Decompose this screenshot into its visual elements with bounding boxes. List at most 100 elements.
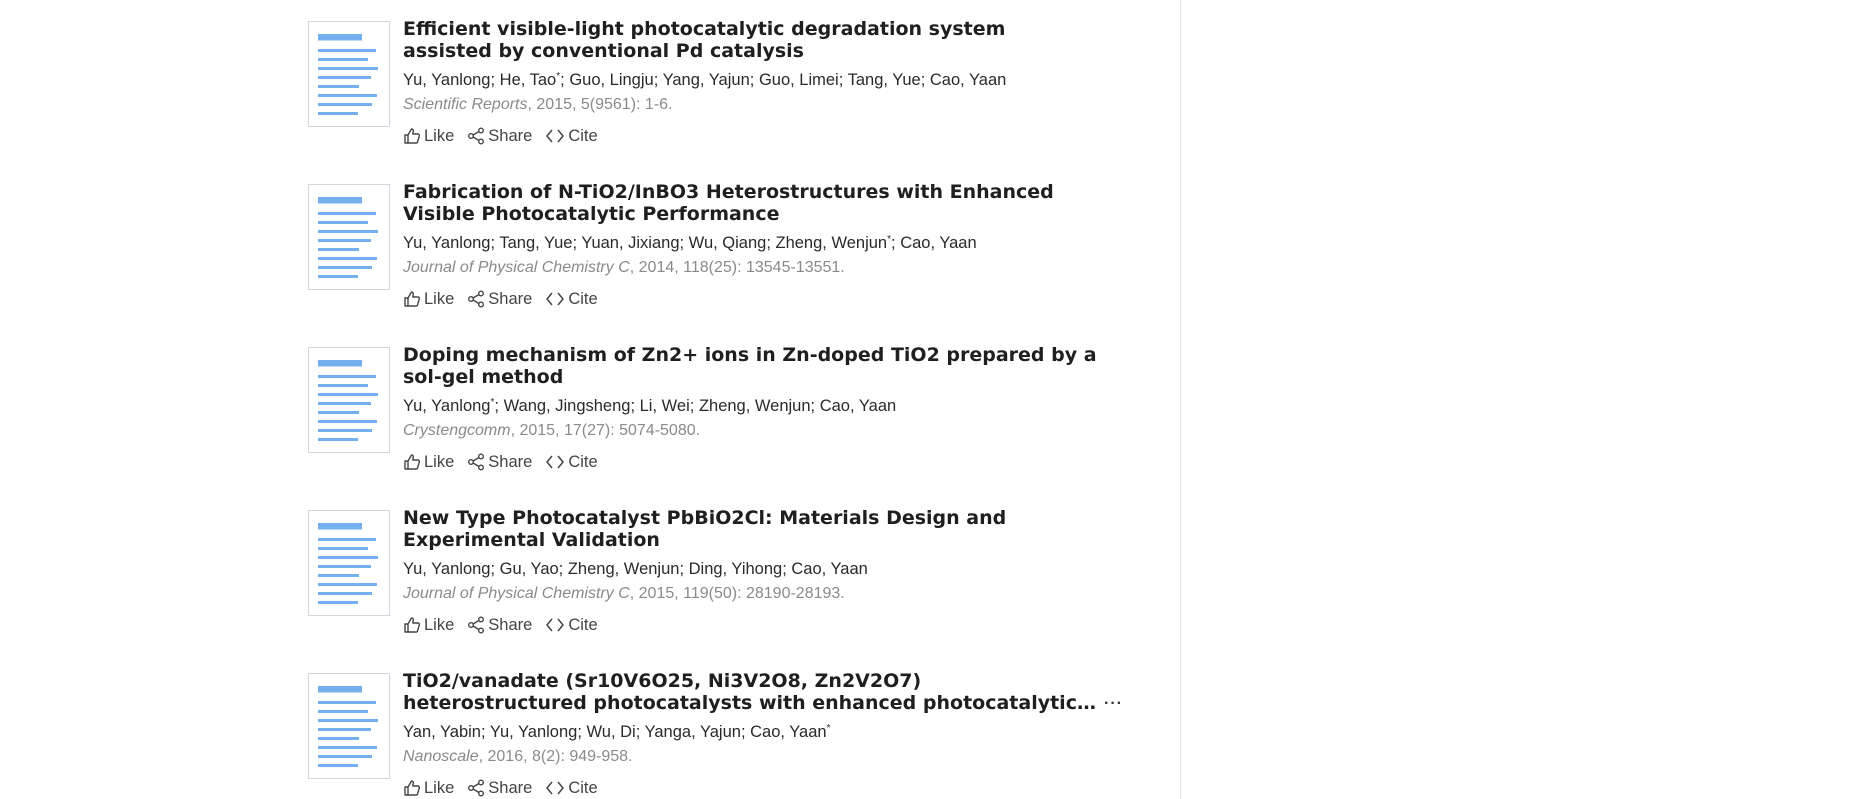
publication-source: Journal of Physical Chemistry C, 2015, 1… (403, 584, 1123, 604)
share-label: Share (488, 290, 533, 308)
publication-item: New Type Photocatalyst PbBiO2Cl: Materia… (308, 507, 1128, 670)
corresponding-author-mark: * (556, 71, 561, 82)
author-name[interactable]: Zheng, Wenjun (699, 397, 811, 415)
code-brackets-icon (546, 129, 565, 143)
share-button[interactable]: Share (467, 452, 532, 472)
code-brackets-icon (546, 292, 565, 306)
like-label: Like (424, 127, 455, 145)
share-button[interactable]: Share (467, 778, 532, 798)
share-button[interactable]: Share (467, 615, 532, 635)
share-button[interactable]: Share (467, 126, 532, 146)
corresponding-author-mark: * (490, 397, 495, 408)
author-name[interactable]: Guo, Limei (759, 71, 839, 89)
author-name[interactable]: Wu, Qiang (689, 234, 767, 252)
corresponding-author-mark: * (887, 234, 892, 245)
author-name[interactable]: Yuan, Jixiang (581, 234, 679, 252)
document-icon (318, 523, 378, 604)
share-icon (468, 127, 485, 145)
share-label: Share (488, 453, 533, 471)
thumbs-up-icon (404, 454, 421, 470)
journal-name: Journal of Physical Chemistry C (403, 259, 630, 276)
author-name[interactable]: Yanga, Yajun (645, 723, 741, 741)
like-button[interactable]: Like (403, 778, 454, 798)
journal-name: Nanoscale (403, 748, 479, 765)
author-name[interactable]: Wang, Jingsheng (504, 397, 631, 415)
share-button[interactable]: Share (467, 289, 532, 309)
author-name[interactable]: Zheng, Wenjun (568, 560, 680, 578)
publication-actions: Like Share Cite (403, 452, 1123, 472)
author-name[interactable]: Ding, Yihong (689, 560, 783, 578)
share-icon (468, 290, 485, 308)
like-label: Like (424, 453, 455, 471)
like-button[interactable]: Like (403, 452, 454, 472)
like-button[interactable]: Like (403, 126, 454, 146)
publication-actions: Like Share Cite (403, 778, 1123, 798)
cite-button[interactable]: Cite (545, 615, 598, 635)
author-name[interactable]: Gu, Yao (500, 560, 559, 578)
publication-source: Crystengcomm, 2015, 17(27): 5074-5080. (403, 421, 1123, 441)
author-name[interactable]: Yang, Yajun (663, 71, 750, 89)
author-name[interactable]: Yu, Yanlong (403, 560, 490, 578)
author-name[interactable]: Wu, Di (587, 723, 636, 741)
citation-details: , 2015, 17(27): 5074-5080. (510, 422, 701, 439)
publication-title[interactable]: Fabrication of N-TiO2/InBO3 Heterostruct… (403, 181, 1123, 225)
like-button[interactable]: Like (403, 615, 454, 635)
publication-thumbnail[interactable] (308, 184, 390, 290)
author-name[interactable]: Cao, Yaan (750, 723, 826, 741)
author-name[interactable]: Zheng, Wenjun (776, 234, 888, 252)
publication-authors: Yu, Yanlong; He, Tao*; Guo, Lingju; Yang… (403, 71, 1007, 89)
author-name[interactable]: Cao, Yaan (820, 397, 896, 415)
author-name[interactable]: Tang, Yue (499, 234, 572, 252)
publication-item: Fabrication of N-TiO2/InBO3 Heterostruct… (308, 181, 1128, 344)
share-icon (468, 779, 485, 797)
author-name[interactable]: Yu, Yanlong (490, 723, 577, 741)
author-name[interactable]: Cao, Yaan (791, 560, 867, 578)
publication-source: Scientific Reports, 2015, 5(9561): 1-6. (403, 95, 1123, 115)
document-icon (318, 34, 378, 115)
thumbs-up-icon (404, 617, 421, 633)
publication-thumbnail[interactable] (308, 510, 390, 616)
citation-details: , 2015, 5(9561): 1-6. (527, 96, 673, 113)
author-name[interactable]: Yu, Yanlong (403, 397, 490, 415)
citation-details: , 2014, 118(25): 13545-13551. (629, 259, 845, 276)
author-name[interactable]: Li, Wei (640, 397, 690, 415)
publication-title[interactable]: Doping mechanism of Zn2+ ions in Zn-dope… (403, 344, 1123, 388)
like-label: Like (424, 616, 455, 634)
like-label: Like (424, 290, 455, 308)
share-label: Share (488, 779, 533, 797)
like-button[interactable]: Like (403, 289, 454, 309)
author-name[interactable]: Yu, Yanlong (403, 234, 490, 252)
publication-title[interactable]: TiO2/vanadate (Sr10V6O25, Ni3V2O8, Zn2V2… (403, 670, 1123, 714)
cite-button[interactable]: Cite (545, 778, 598, 798)
publication-actions: Like Share Cite (403, 289, 1123, 309)
like-label: Like (424, 779, 455, 797)
author-name[interactable]: Tang, Yue (848, 71, 921, 89)
share-icon (468, 453, 485, 471)
publication-title[interactable]: New Type Photocatalyst PbBiO2Cl: Materia… (403, 507, 1123, 551)
more-icon[interactable]: ··· (1100, 696, 1123, 712)
author-name[interactable]: Cao, Yaan (900, 234, 976, 252)
author-name[interactable]: He, Tao (500, 71, 557, 89)
publication-title[interactable]: Efficient visible-light photocatalytic d… (403, 18, 1123, 62)
publication-body: Efficient visible-light photocatalytic d… (403, 18, 1123, 146)
cite-button[interactable]: Cite (545, 126, 598, 146)
corresponding-author-mark: * (826, 723, 831, 734)
publication-thumbnail[interactable] (308, 673, 390, 779)
publication-thumbnail[interactable] (308, 347, 390, 453)
thumbs-up-icon (404, 780, 421, 796)
publication-thumbnail[interactable] (308, 21, 390, 127)
author-name[interactable]: Yu, Yanlong (403, 71, 490, 89)
publication-item: TiO2/vanadate (Sr10V6O25, Ni3V2O8, Zn2V2… (308, 670, 1128, 799)
publication-authors: Yu, Yanlong; Gu, Yao; Zheng, Wenjun; Din… (403, 560, 868, 578)
main-column: Efficient visible-light photocatalytic d… (0, 0, 1180, 799)
author-name[interactable]: Guo, Lingju (569, 71, 653, 89)
author-name[interactable]: Cao, Yaan (930, 71, 1006, 89)
thumbs-up-icon (404, 291, 421, 307)
cite-button[interactable]: Cite (545, 452, 598, 472)
cite-label: Cite (568, 779, 598, 797)
publication-authors: Yan, Yabin; Yu, Yanlong; Wu, Di; Yanga, … (403, 723, 831, 741)
citation-details: , 2016, 8(2): 949-958. (478, 748, 633, 765)
cite-button[interactable]: Cite (545, 289, 598, 309)
publication-authors: Yu, Yanlong*; Wang, Jingsheng; Li, Wei; … (403, 397, 897, 415)
author-name[interactable]: Yan, Yabin (403, 723, 481, 741)
